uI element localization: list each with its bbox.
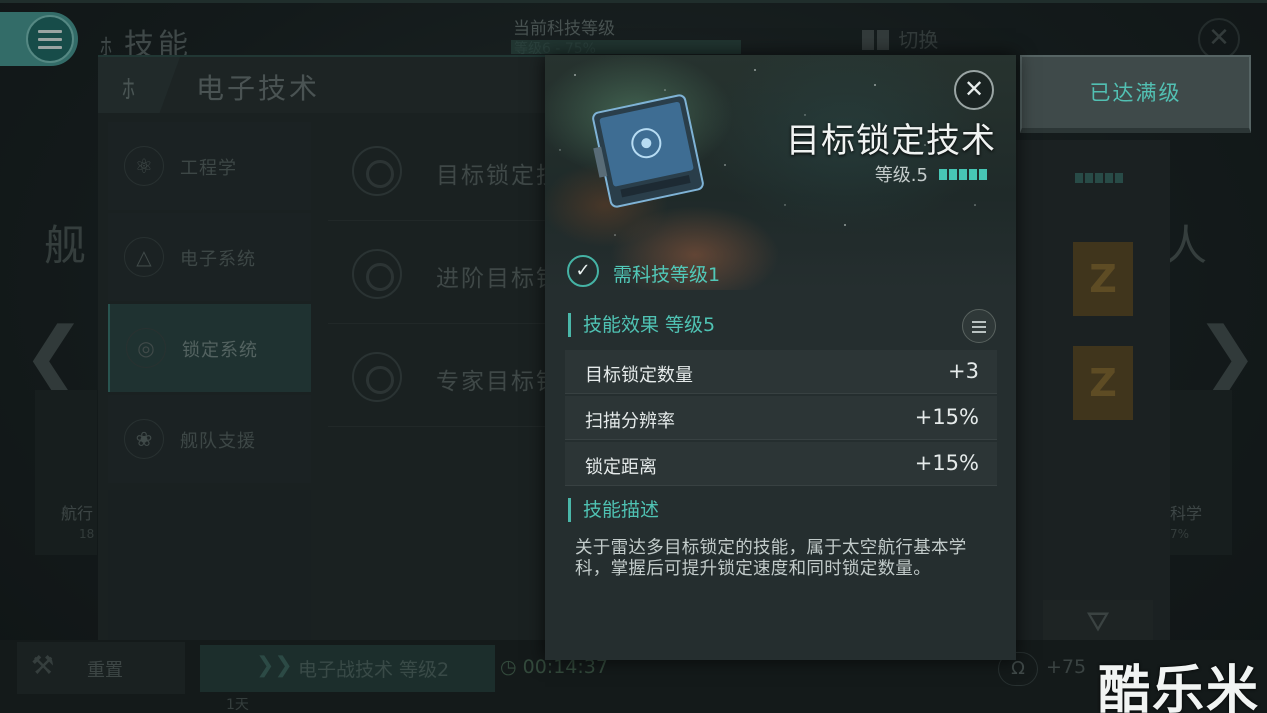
bg-card-navigation-value: 18 — [79, 527, 95, 541]
target-lock-icon — [352, 249, 402, 299]
category-list-empty-area — [108, 490, 311, 655]
category-label: 锁定系统 — [182, 340, 258, 361]
triangle-network-icon: △ — [124, 237, 164, 277]
switch-icon-part — [877, 30, 889, 50]
category-label: 舰队支援 — [180, 431, 256, 452]
popup-skill-level: 等级.5 — [874, 165, 928, 186]
details-list-icon[interactable] — [962, 309, 996, 343]
effect-name: 锁定距离 — [585, 457, 657, 478]
category-label: 工程学 — [180, 158, 237, 179]
popup-skill-title: 目标锁定技术 — [786, 121, 996, 161]
category-label: 电子系统 — [180, 249, 256, 270]
reset-button[interactable]: ⚒ 重置 — [17, 642, 185, 694]
bg-category-title-left: 舰 — [44, 221, 87, 270]
target-rings-icon: ◎ — [126, 328, 166, 368]
max-level-button[interactable]: 已达满级 — [1020, 55, 1251, 133]
main-menu-button[interactable] — [0, 12, 78, 66]
top-border — [0, 0, 1267, 3]
skill-panel-header: ﾎ 电子技术 — [98, 57, 553, 113]
skill-row[interactable]: 目标锁定技术 — [328, 118, 584, 221]
next-page-arrow-icon[interactable]: ❯ — [1195, 310, 1259, 399]
effect-name: 扫描分辨率 — [585, 411, 675, 432]
training-queue[interactable]: ❯❯ 电子战技术 等级2 — [200, 645, 495, 692]
level-pips-bg — [1075, 168, 1125, 187]
effect-row: 目标锁定数量 +3 — [565, 350, 997, 394]
tech-level-label: 当前科技等级 — [513, 19, 615, 39]
category-item-targeting[interactable]: ◎ 锁定系统 — [108, 304, 311, 392]
switch-label: 切换 — [898, 28, 939, 52]
fleet-support-icon: ❀ — [124, 419, 164, 459]
switch-button[interactable]: 切换 — [862, 24, 962, 58]
skill-level-pips — [939, 165, 989, 184]
bg-category-title-right: 人 — [1165, 221, 1208, 270]
panel-title: 电子技术 — [196, 72, 321, 105]
z-currency-badge[interactable]: Z — [1073, 346, 1133, 420]
omega-bonus-value: +75 — [1046, 656, 1087, 678]
bg-card-science-label: 科学 — [1170, 504, 1203, 523]
hamburger-icon — [38, 30, 62, 54]
skill-row[interactable]: 进阶目标锁定 — [328, 221, 584, 324]
electronics-icon: ﾎ — [122, 75, 136, 105]
z-currency-badge[interactable]: Z — [1073, 242, 1133, 316]
effect-name: 目标锁定数量 — [585, 365, 693, 386]
target-lock-icon — [352, 146, 402, 196]
category-item-engineering[interactable]: ⚛ 工程学 — [108, 122, 311, 210]
target-lock-icon — [352, 352, 402, 402]
requirement-label: 需科技等级1 — [613, 264, 721, 286]
prev-page-arrow-icon[interactable]: ❮ — [22, 310, 86, 399]
effect-value: +15% — [914, 451, 979, 475]
effect-value: +3 — [948, 359, 979, 383]
game-screen: ﾎ技能 当前科技等级 等级6 - 75% 切换 ✕ 舰 人 ❮ ❯ 航行 18 … — [0, 0, 1267, 713]
bg-card-navigation: 航行 18 — [35, 390, 97, 555]
bg-card-science-value: 7% — [1170, 527, 1190, 541]
skill-description: 关于雷达多目标锁定的技能，属于太空航行基本学科，掌握后可提升锁定速度和同时锁定数… — [575, 538, 967, 579]
training-days: 1天 — [226, 697, 249, 713]
panel-header-badge — [98, 57, 180, 113]
bg-card-navigation-label: 航行 — [61, 504, 94, 523]
effect-value: +15% — [914, 405, 979, 429]
skill-chip-icon — [592, 94, 704, 208]
skill-list: 目标锁定技术 进阶目标锁定 专家目标锁定 — [328, 118, 584, 427]
watermark-logo: 酷乐米 — [1098, 661, 1261, 713]
category-item-electronic-systems[interactable]: △ 电子系统 — [108, 213, 311, 301]
effect-row: 扫描分辨率 +15% — [565, 396, 997, 440]
close-popup-button[interactable]: ✕ — [954, 70, 994, 110]
skill-row[interactable]: 专家目标锁定 — [328, 324, 584, 427]
reset-label: 重置 — [87, 660, 123, 681]
reset-icon: ⚒ — [31, 651, 55, 681]
close-screen-button[interactable]: ✕ — [1198, 18, 1240, 60]
filter-icon[interactable]: ⛛ — [1043, 600, 1153, 644]
chevrons-icon: ❯❯ — [256, 653, 293, 678]
description-section-header: 技能描述 — [568, 498, 659, 522]
category-item-fleet-support[interactable]: ❀ 舰队支援 — [108, 395, 311, 483]
skill-detail-popup: ✕ 目标锁定技术 等级.5 ✓ 需科技等级1 技能效果 等级5 目标锁定数量 +… — [545, 55, 1016, 660]
training-queue-label: 电子战技术 等级2 — [298, 659, 450, 681]
tech-level-value: 等级6 - 75% — [511, 40, 741, 54]
effects-section-header: 技能效果 等级5 — [568, 313, 715, 337]
bg-card-science: 科学 7% — [1170, 390, 1232, 555]
atom-icon: ⚛ — [124, 146, 164, 186]
switch-icon — [862, 30, 874, 50]
category-list: ⚛ 工程学 △ 电子系统 ◎ 锁定系统 ❀ 舰队支援 — [108, 122, 311, 486]
effect-row: 锁定距离 +15% — [565, 442, 997, 486]
check-icon: ✓ — [567, 255, 599, 287]
